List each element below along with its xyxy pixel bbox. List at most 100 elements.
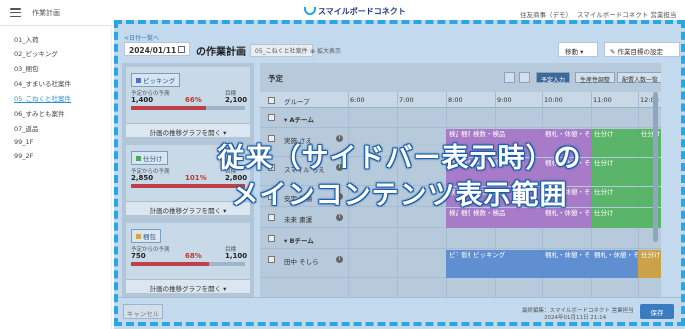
task-label: 梱包: [461, 130, 470, 138]
progress-card-picking: ピッキング 予定からの予測 目標 1,400 66% 2,100 計画の推移グラフを開…: [126, 67, 250, 137]
time-tick: 7:00: [399, 96, 414, 104]
ratio-value: 66%: [185, 96, 202, 104]
list-view-icon[interactable]: [519, 72, 530, 83]
ratio-value: 68%: [185, 252, 202, 260]
logo-text: スマイルボードコネクト: [318, 7, 406, 16]
tab-plan-input[interactable]: 予定入力: [536, 72, 571, 84]
person-name: 田中 そしら: [284, 258, 319, 266]
task-label: 検品: [449, 130, 458, 138]
progress-card-packing: 梱包 予定からの予測 目標 750 68% 1,100 計画の推移グラフを開く ▾: [126, 223, 250, 293]
open-graph-label: 計画の推移グラフを開く: [149, 285, 222, 293]
open-graph-button[interactable]: 計画の推移グラフを開く ▾: [126, 279, 250, 293]
sidebar-item-99-2f[interactable]: 99_2F: [14, 152, 33, 160]
progress-fill: [131, 106, 207, 110]
footer-bar: キャンセル 最終編集：スマイルボードコネクト 営業担当 2024年01月11日 …: [114, 297, 685, 329]
progress-bar: [131, 106, 245, 110]
chevron-down-icon: ▾: [580, 48, 584, 56]
task-label: 仕分け: [641, 251, 661, 259]
annotation-line-2: メインコンテンツ表示範囲: [231, 180, 568, 211]
group-name: ▾ Bチーム: [284, 237, 314, 245]
grid-view-icon[interactable]: [504, 72, 515, 83]
tab-productivity[interactable]: 生産性調整: [575, 72, 616, 84]
last-edited-time: 2024年01月11日 21:14: [544, 315, 607, 321]
time-tick: 10:00: [544, 96, 563, 104]
task-label: 仕分け: [594, 130, 614, 138]
task-block-shiwake[interactable]: 仕分け: [638, 250, 661, 278]
cancel-button[interactable]: キャンセル: [123, 304, 163, 319]
tab-staffing[interactable]: 配置人数一覧: [617, 72, 661, 84]
progress-fill: [131, 262, 209, 266]
annotation-overlay: 従来（サイドバー表示時）の メインコンテンツ表示範囲: [114, 140, 685, 214]
task-block-pi[interactable]: ピマ: [446, 250, 458, 278]
move-label: 移動: [565, 48, 578, 56]
hamburger-menu-icon[interactable]: [10, 8, 21, 17]
sidebar-item-06[interactable]: 06_すみとも案件: [14, 108, 65, 118]
row-checkbox[interactable]: [268, 114, 275, 121]
task-label: 梱札・休憩・その他: [594, 251, 638, 259]
task-label: 梱札・休憩・その他: [545, 130, 591, 138]
pencil-icon: ✎: [610, 48, 616, 56]
header-title: 作業計画: [32, 9, 60, 17]
schedule-label: 予定: [268, 74, 283, 83]
card-tag: ピッキング: [131, 73, 181, 87]
sidebar-item-07[interactable]: 07_返品: [14, 123, 39, 133]
person-name: 未来 粛運: [284, 216, 313, 224]
task-label: ピッキング: [473, 251, 506, 259]
sidebar-item-05[interactable]: 05_こねくと社案件: [14, 93, 71, 103]
group-name-label: Aチーム: [289, 116, 314, 124]
sidebar-item-02[interactable]: 02_ピッキング: [14, 48, 58, 58]
time-tick: 11:00: [593, 96, 612, 104]
annotation-line-1: 従来（サイドバー表示時）の: [217, 143, 582, 174]
card-tag: 梱包: [131, 229, 161, 243]
select-all-checkbox[interactable]: [268, 97, 275, 104]
task-block-hinpin[interactable]: 梱札・休憩・その他: [542, 250, 591, 278]
task-block-hinpin[interactable]: 梱札・休憩・その他: [591, 250, 638, 278]
time-tick: 8:00: [448, 96, 463, 104]
sidebar-item-04[interactable]: 04_すまいる社案件: [14, 78, 71, 88]
sidebar: 01_入荷 02_ピッキング 03_梱包 04_すまいる社案件 05_こねくと社…: [0, 27, 112, 329]
row-checkbox[interactable]: [268, 256, 275, 263]
color-swatch: [136, 234, 141, 239]
forecast-value: 1,400: [131, 96, 154, 104]
target-value: 2,100: [225, 96, 248, 104]
target-value: 1,100: [225, 252, 248, 260]
sidebar-item-01[interactable]: 01_入荷: [14, 34, 39, 44]
dept-tag: 05_こねくと社案件: [250, 44, 313, 57]
open-graph-button[interactable]: 計画の推移グラフを開く ▾: [126, 123, 250, 137]
smile-logo-icon: [304, 7, 316, 15]
open-graph-label: 計画の推移グラフを開く: [149, 129, 222, 137]
task-label: 検数・検品: [473, 130, 506, 138]
date-value: 2024/01/11: [129, 46, 177, 55]
breadcrumb[interactable]: <日付一覧へ: [124, 33, 159, 42]
group-row: ▾ Aチーム: [260, 108, 661, 128]
time-tick: 6:00: [350, 96, 365, 104]
group-name-label: Bチーム: [289, 237, 314, 245]
progress-bar: [131, 262, 245, 266]
sidebar-item-99-1f[interactable]: 99_1F: [14, 138, 33, 146]
group-row: ▾ Bチーム: [260, 229, 661, 249]
row-checkbox[interactable]: [268, 214, 275, 221]
task-label: 仮札: [461, 251, 470, 259]
card-tag-label: 梱包: [143, 233, 156, 241]
app-logo: スマイルボードコネクト: [304, 6, 406, 17]
zoom-button[interactable]: ⊕ 拡大表示: [310, 46, 341, 55]
task-label: ピマ: [449, 251, 458, 259]
move-button[interactable]: 移動 ▾: [558, 42, 598, 57]
task-label: 梱札・休憩・その他: [545, 251, 591, 259]
goal-settings-button[interactable]: ✎ 作業目標の設定: [604, 42, 680, 57]
color-swatch: [136, 78, 141, 83]
date-picker[interactable]: 2024/01/11: [124, 42, 190, 56]
save-button[interactable]: 保存: [640, 304, 674, 319]
info-icon[interactable]: i: [336, 214, 343, 221]
time-tick: 9:00: [497, 96, 512, 104]
group-name: ▾ Aチーム: [284, 116, 314, 124]
task-block-kariki[interactable]: 仮札: [458, 250, 470, 278]
user-name[interactable]: スマイルボードコネクト 営業担当: [577, 9, 676, 19]
zoom-label: 拡大表示: [316, 48, 341, 55]
task-block-picking[interactable]: ピッキング: [470, 250, 542, 278]
row-checkbox[interactable]: [268, 235, 275, 242]
page-title: の作業計画: [196, 47, 246, 58]
grid-header: グループ 6:00 7:00 8:00 9:00 10:00 11:00 12:…: [260, 92, 661, 108]
info-icon[interactable]: i: [336, 256, 343, 263]
sidebar-item-03[interactable]: 03_梱包: [14, 63, 39, 73]
